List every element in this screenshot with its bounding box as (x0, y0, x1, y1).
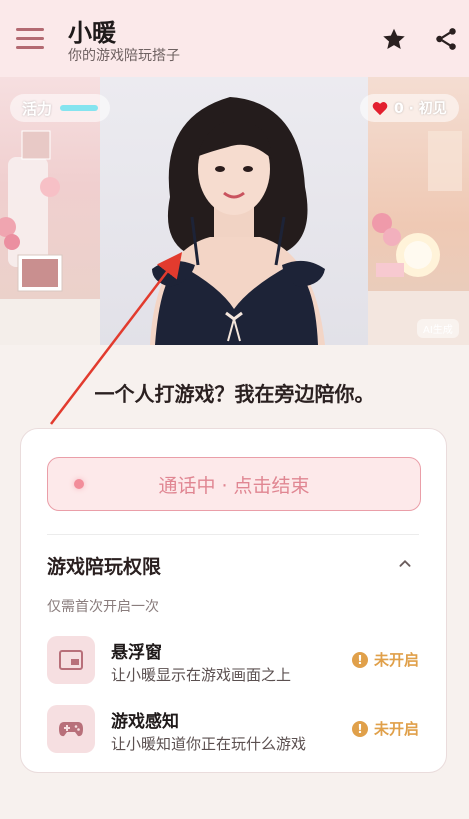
app-header: 小暖 你的游戏陪玩搭子 (0, 0, 469, 77)
permission-name: 游戏感知 (111, 712, 179, 732)
permission-name: 悬浮窗 (111, 643, 162, 663)
permission-status[interactable]: ! 未开启 (351, 718, 419, 739)
hero-banner: 活力 0 · 初见 AI生成 (0, 77, 469, 345)
gamepad-icon (47, 705, 95, 753)
call-label: 通话中 · 点击结束 (158, 474, 310, 497)
affinity-text: 0 · 初见 (394, 101, 447, 117)
permissions-title: 游戏陪玩权限 (47, 556, 162, 578)
tagline: 一个人打游戏？我在旁边陪你。 (94, 382, 375, 406)
floating-window-icon (47, 636, 95, 684)
warning-icon: ! (351, 651, 368, 668)
vitality-bar (60, 105, 99, 111)
chevron-up-icon[interactable] (394, 553, 416, 575)
divider (47, 534, 419, 535)
permission-desc: 让小暖显示在游戏画面之上 (111, 666, 292, 684)
star-icon[interactable] (381, 26, 407, 52)
affinity-chip[interactable]: 0 · 初见 (360, 94, 459, 122)
recording-dot-icon (74, 479, 84, 489)
ai-generated-tag: AI生成 (417, 319, 459, 338)
heart-icon (372, 101, 388, 115)
app-subtitle: 你的游戏陪玩搭子 (68, 48, 180, 64)
hamburger-icon[interactable] (16, 28, 44, 50)
permission-row-game-awareness[interactable]: 游戏感知 让小暖知道你正在玩什么游戏 ! 未开启 (47, 705, 419, 755)
end-call-button[interactable]: 通话中 · 点击结束 (47, 457, 421, 511)
permissions-hint: 仅需首次开启一次 (47, 599, 159, 615)
share-icon[interactable] (433, 26, 459, 52)
permission-status[interactable]: ! 未开启 (351, 649, 419, 670)
companion-card: 通话中 · 点击结束 游戏陪玩权限 仅需首次开启一次 悬浮窗 让小暖显示在游戏画… (20, 428, 447, 773)
permission-status-label: 未开启 (373, 651, 419, 669)
permission-desc: 让小暖知道你正在玩什么游戏 (111, 735, 307, 753)
vitality-chip: 活力 (10, 94, 111, 122)
companion-photo (100, 77, 368, 345)
warning-icon: ! (351, 720, 368, 737)
app-title: 小暖 (68, 19, 116, 47)
vitality-label: 活力 (22, 99, 53, 118)
permission-status-label: 未开启 (373, 720, 419, 738)
permission-row-floating-window[interactable]: 悬浮窗 让小暖显示在游戏画面之上 ! 未开启 (47, 636, 419, 686)
